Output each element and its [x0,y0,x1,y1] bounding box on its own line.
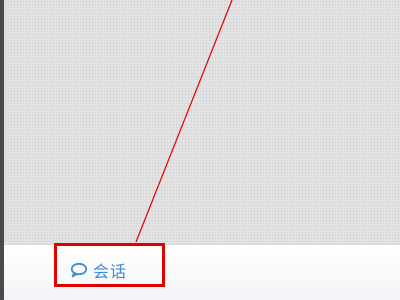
tab-session[interactable]: 会话 [70,256,127,284]
chat-bubble-icon [70,262,88,278]
tab-session-label: 会话 [93,262,128,281]
content-area [4,0,400,244]
bottom-tab-bar [4,244,400,300]
screenshot-frame: 会话 [0,0,400,300]
